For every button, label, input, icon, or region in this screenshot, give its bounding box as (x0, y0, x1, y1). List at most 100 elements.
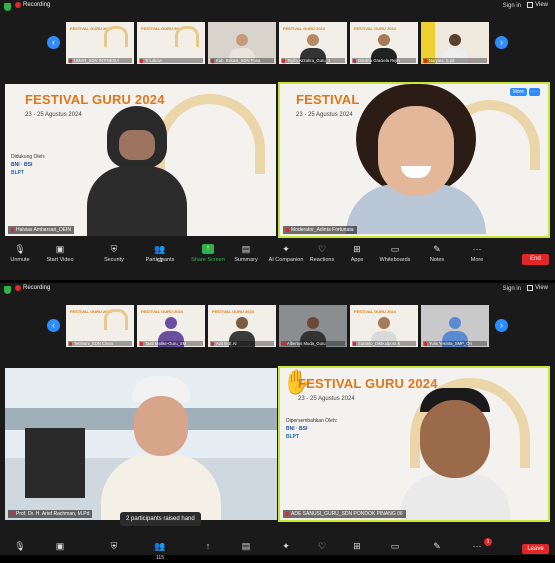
participant-thumbnail[interactable]: FESTIVAL GURU 2024 Azit M.E.Al (208, 305, 276, 347)
apps-icon: ⊞ (353, 541, 361, 551)
participant-thumbnail[interactable]: FESTIVAL GURU 2024 Tetrivani_SDN Cinea (66, 305, 134, 347)
thumbnail-strip: FESTIVAL GURU 2024 Tetrivani_SDN Cinea F… (66, 305, 489, 347)
meeting-window-top: Recording Sign in View ‹ › FESTIVAL GURU… (0, 0, 555, 280)
apps-icon: ⊞ (353, 244, 361, 254)
more-button[interactable]: ··· (455, 541, 499, 554)
participants-button[interactable]: 👥62 Participants (138, 244, 182, 264)
mic-muted-icon (353, 58, 356, 63)
slide-title: FESTIVAL GURU 2024 (25, 92, 165, 107)
participant-thumbnail[interactable]: FESTIVAL GURU 2024 Dimitha Graciela Reji… (350, 22, 418, 64)
mic-muted-icon (11, 228, 14, 232)
shield-icon[interactable] (4, 286, 11, 294)
unmute-button[interactable]: 🎙 Unmute (0, 244, 42, 263)
sparkle-icon: ✦ (282, 244, 290, 254)
ellipsis-icon: ··· (472, 244, 482, 254)
participant-thumbnail[interactable]: FESTIVAL GURU 2024 UMAR_SDN INTINESIA (66, 22, 134, 64)
mic-muted-icon (286, 228, 289, 232)
participant-thumbnail[interactable]: Albertus Muda_Guru (279, 305, 347, 347)
participant-thumbnail[interactable]: Kab. Bekasi_SDN Pusa (208, 22, 276, 64)
recording-indicator[interactable]: Recording (15, 2, 50, 8)
meeting-toolbar: 🎙 ▣ ⛨ 👥115 ↑ ▤ ✦ ♡ ⊞ ▭ ✎ ··· 1 Leave (0, 538, 555, 561)
mic-muted-icon (424, 341, 427, 346)
speaker-video-right[interactable]: FESTIVAL 23 - 25 Agustus 2024 More ··· Mo… (278, 82, 550, 238)
leave-button[interactable]: Leave (522, 544, 549, 554)
view-button[interactable]: View (527, 2, 548, 8)
raised-hand-toast[interactable]: 2 participants raised hand (120, 512, 201, 526)
summary-button[interactable]: ▤ Summary (224, 244, 268, 263)
next-page-button[interactable]: › (495, 319, 508, 332)
camera-off-icon: ▣ (55, 244, 65, 254)
summary-icon: ▤ (241, 541, 251, 551)
start-video-button[interactable]: ▣ Start Video (38, 244, 82, 263)
mic-muted-icon (353, 341, 356, 346)
unmute-button[interactable]: 🎙 (0, 541, 42, 554)
thumbnail-strip: FESTIVAL GURU 2024 UMAR_SDN INTINESIA FE… (66, 22, 489, 64)
shield-icon: ⛨ (110, 541, 118, 551)
record-dot-icon (15, 2, 21, 8)
participant-thumbnail[interactable]: FESTIVAL GURU 2024 Tsyifa Azzahra_Guru_1 (279, 22, 347, 64)
speaker-video-left[interactable]: Prof. Dr. H. Arief Rachman, M.Pd (5, 368, 277, 520)
start-video-button[interactable]: ▣ (38, 541, 82, 554)
grid-icon (527, 285, 534, 291)
notes-icon: ✎ (433, 541, 441, 551)
speaker-video-right[interactable]: ✋ FESTIVAL GURU 2024 23 - 25 Agustus 202… (278, 366, 550, 522)
prev-page-button[interactable]: ‹ (47, 319, 60, 332)
mic-muted-icon: 🎙 (14, 541, 26, 551)
prev-page-button[interactable]: ‹ (47, 36, 60, 49)
participant-name-tag: Halvias Ambarsari_DEIN (8, 226, 75, 234)
share-screen-icon: ↑ (202, 244, 214, 254)
summary-button[interactable]: ▤ (224, 541, 268, 554)
participant-name-tag: Moderator_Adinta Fortunata (283, 226, 357, 234)
mic-muted-icon (286, 512, 289, 516)
participant-thumbnail[interactable]: Nuryani, S.pd (421, 22, 489, 64)
participant-video (400, 388, 510, 520)
more-button[interactable]: More (509, 88, 527, 96)
record-dot-icon (15, 285, 21, 291)
top-bar: Recording Sign in View (0, 283, 555, 297)
whiteboard-icon: ▭ (390, 244, 400, 254)
top-bar: Recording Sign in View (0, 0, 555, 14)
participants-icon: 👥62 (154, 244, 166, 264)
participant-thumbnail[interactable]: FESTIVAL GURU 2024 Tasti Malike-Guru_SM (137, 305, 205, 347)
recording-indicator[interactable]: Recording (15, 285, 50, 291)
whiteboards-button[interactable]: ▭ (373, 541, 417, 554)
end-button[interactable]: End (522, 254, 549, 265)
notes-button[interactable]: ✎ (415, 541, 459, 554)
sign-in-link[interactable]: Sign in (503, 286, 521, 292)
participant-video (101, 376, 221, 520)
mic-muted-icon (282, 341, 285, 346)
share-screen-icon: ↑ (205, 541, 211, 551)
mic-muted-icon (211, 341, 214, 346)
more-button[interactable]: ··· More (455, 244, 499, 263)
whiteboards-button[interactable]: ▭ Whiteboards (373, 244, 417, 263)
ellipsis-icon[interactable]: ··· (529, 88, 540, 96)
sponsor-logos: Didukung Oleh: BNI · BSI BLPT (11, 154, 46, 176)
whiteboard-icon: ▭ (390, 541, 400, 551)
mic-muted-icon (282, 58, 285, 63)
view-button[interactable]: View (527, 285, 548, 291)
participant-video (87, 106, 187, 236)
participants-button[interactable]: 👥115 (138, 541, 182, 561)
participant-thumbnail[interactable]: Yulix Yesinta_SMP_On (421, 305, 489, 347)
next-page-button[interactable]: › (495, 36, 508, 49)
participant-name-tag: Prof. Dr. H. Arief Rachman, M.Pd (8, 510, 93, 518)
notes-icon: ✎ (433, 244, 441, 254)
security-button[interactable]: ⛨ Security (92, 244, 136, 263)
notes-button[interactable]: ✎ Notes (415, 244, 459, 263)
sponsor-logos: Dipersembahkan Oleh: BNI · BSI BLPT (286, 418, 338, 440)
shield-icon: ⛨ (110, 244, 118, 254)
participant-thumbnail[interactable]: FESTIVAL GURU 2024 Suranto_Dikbudpora K (350, 305, 418, 347)
mic-muted-icon (69, 58, 72, 63)
participant-thumbnail[interactable]: FESTIVAL GURU 2024 Ti Lakovi (137, 22, 205, 64)
shield-icon[interactable] (4, 3, 11, 11)
grid-icon (527, 2, 534, 8)
participant-video (346, 84, 486, 236)
mic-muted-icon (211, 58, 214, 63)
mic-muted-icon: 🎙 (14, 244, 26, 254)
sign-in-link[interactable]: Sign in (503, 3, 521, 9)
heart-icon: ♡ (317, 541, 327, 551)
meeting-window-bottom: Recording Sign in View ‹ › FESTIVAL GURU… (0, 283, 555, 561)
summary-icon: ▤ (241, 244, 251, 254)
security-button[interactable]: ⛨ (92, 541, 136, 554)
speaker-video-left[interactable]: FESTIVAL GURU 2024 23 - 25 Agustus 2024 … (5, 84, 276, 236)
